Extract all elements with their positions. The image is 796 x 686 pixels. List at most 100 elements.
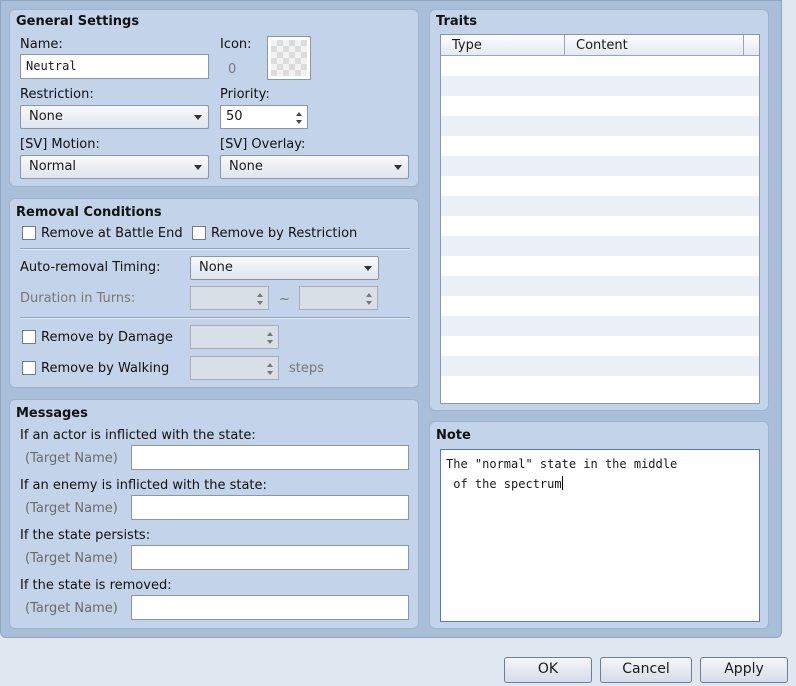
damage-label[interactable]: Remove by Damage	[41, 330, 173, 345]
priority-value: 50	[226, 109, 243, 124]
message-label: If an actor is inflicted with the state:	[20, 428, 256, 443]
table-row[interactable]	[441, 316, 759, 336]
column-header-content[interactable]: Content	[565, 35, 744, 55]
overlay-value: None	[229, 159, 263, 174]
overlay-label: [SV] Overlay:	[220, 137, 306, 152]
table-row[interactable]	[441, 376, 759, 396]
table-row[interactable]	[441, 356, 759, 376]
restriction-label: Restriction:	[20, 87, 94, 102]
message-input[interactable]	[131, 545, 409, 570]
note-panel: Note The "normal" state in the middle of…	[429, 421, 769, 629]
walking-checkbox[interactable]	[22, 361, 36, 375]
message-label: If the state persists:	[20, 528, 151, 543]
chevron-down-icon	[394, 165, 402, 170]
messages-panel: Messages If an actor is inflicted with t…	[9, 399, 419, 629]
ok-button[interactable]: OK	[504, 657, 592, 683]
walking-stepper[interactable]	[190, 356, 279, 380]
table-row[interactable]	[441, 336, 759, 356]
messages-title: Messages	[16, 406, 88, 421]
motion-select[interactable]: Normal	[20, 155, 209, 179]
table-row[interactable]	[441, 236, 759, 256]
damage-stepper[interactable]	[190, 325, 279, 349]
traits-title: Traits	[436, 14, 478, 29]
empty-icon	[271, 40, 307, 76]
chevron-down-icon	[364, 266, 372, 271]
message-input[interactable]	[131, 495, 409, 520]
spin-down-icon[interactable]	[267, 371, 273, 375]
table-row[interactable]	[441, 156, 759, 176]
timing-label: Auto-removal Timing:	[20, 260, 161, 275]
duration-label: Duration in Turns:	[20, 291, 136, 306]
table-row[interactable]	[441, 196, 759, 216]
duration-min-stepper[interactable]	[190, 286, 269, 310]
table-row[interactable]	[441, 136, 759, 156]
restriction-checkbox[interactable]	[192, 226, 206, 240]
apply-button[interactable]: Apply	[700, 657, 788, 683]
spin-up-icon[interactable]	[296, 112, 302, 116]
priority-label: Priority:	[220, 87, 270, 102]
message-input[interactable]	[131, 445, 409, 470]
table-row[interactable]	[441, 96, 759, 116]
note-line: of the spectrum	[446, 476, 563, 491]
name-label: Name:	[20, 37, 63, 52]
restriction-value: None	[29, 109, 63, 124]
spin-down-icon[interactable]	[257, 301, 263, 305]
overlay-select[interactable]: None	[220, 155, 409, 179]
duration-max-stepper[interactable]	[299, 286, 378, 310]
icon-label: Icon:	[220, 37, 252, 52]
spin-up-icon[interactable]	[267, 363, 273, 367]
spin-down-icon[interactable]	[267, 340, 273, 344]
general-settings-panel: General Settings Name: Neutral Icon: 0 R…	[9, 9, 419, 187]
icon-picker[interactable]	[267, 36, 311, 80]
removal-conditions-title: Removal Conditions	[16, 205, 162, 220]
table-row[interactable]	[441, 256, 759, 276]
damage-checkbox[interactable]	[22, 330, 36, 344]
message-label: If an enemy is inflicted with the state:	[20, 478, 267, 493]
traits-table[interactable]: Type Content	[440, 34, 760, 404]
steps-label: steps	[289, 361, 324, 376]
remove-by-restriction-label[interactable]: Remove by Restriction	[211, 226, 357, 241]
timing-value: None	[199, 260, 233, 275]
table-row[interactable]	[441, 276, 759, 296]
divider	[20, 317, 410, 319]
text-caret	[561, 476, 563, 490]
note-line: The "normal" state in the middle	[446, 457, 678, 471]
general-settings-title: General Settings	[16, 14, 140, 29]
priority-stepper[interactable]: 50	[220, 105, 308, 129]
timing-select[interactable]: None	[190, 256, 379, 280]
spin-up-icon[interactable]	[366, 293, 372, 297]
target-name-placeholder: (Target Name)	[25, 451, 118, 466]
battle-end-label[interactable]: Remove at Battle End	[41, 226, 183, 241]
icon-index: 0	[228, 62, 237, 77]
message-label: If the state is removed:	[20, 578, 172, 593]
cancel-button[interactable]: Cancel	[600, 657, 692, 683]
note-textarea[interactable]: The "normal" state in the middle of the …	[440, 449, 760, 622]
motion-value: Normal	[29, 159, 77, 174]
chevron-down-icon	[194, 115, 202, 120]
table-row[interactable]	[441, 116, 759, 136]
battle-end-checkbox[interactable]	[22, 226, 36, 240]
table-row[interactable]	[441, 76, 759, 96]
spin-up-icon[interactable]	[257, 293, 263, 297]
target-name-placeholder: (Target Name)	[25, 501, 118, 516]
target-name-placeholder: (Target Name)	[25, 601, 118, 616]
walking-label[interactable]: Remove by Walking	[41, 361, 169, 376]
table-row[interactable]	[441, 176, 759, 196]
note-title: Note	[436, 428, 471, 443]
restriction-select[interactable]: None	[20, 105, 209, 129]
spin-down-icon[interactable]	[296, 120, 302, 124]
spin-down-icon[interactable]	[366, 301, 372, 305]
spin-up-icon[interactable]	[267, 332, 273, 336]
table-row[interactable]	[441, 296, 759, 316]
removal-conditions-panel: Removal Conditions Remove at Battle End …	[9, 198, 419, 388]
column-header-type[interactable]: Type	[441, 35, 565, 55]
motion-label: [SV] Motion:	[20, 137, 100, 152]
name-input[interactable]: Neutral	[20, 54, 209, 79]
duration-separator: ~	[279, 292, 290, 307]
table-row[interactable]	[441, 216, 759, 236]
table-row[interactable]	[441, 56, 759, 76]
message-input[interactable]	[131, 595, 409, 620]
divider	[20, 248, 410, 250]
chevron-down-icon	[194, 165, 202, 170]
traits-panel: Traits Type Content	[429, 9, 769, 411]
